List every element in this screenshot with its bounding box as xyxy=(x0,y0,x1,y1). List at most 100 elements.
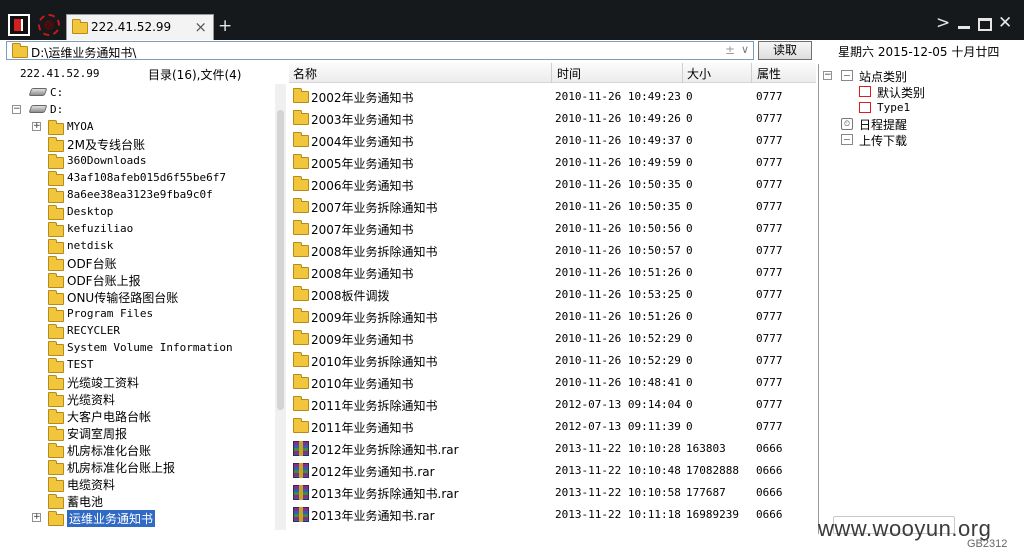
path-input[interactable]: D:\运维业务通知书\ ± ∨ xyxy=(6,41,754,60)
scrollbar-thumb[interactable] xyxy=(277,110,284,410)
rar-archive-icon xyxy=(293,485,309,500)
expand-icon[interactable]: + xyxy=(32,122,41,131)
file-row[interactable]: 2003年业务通知书 2010-11-26 10:49:26 0 0777 xyxy=(289,108,816,130)
collapse-icon[interactable]: − xyxy=(823,71,832,80)
file-row[interactable]: 2007年业务拆除通知书 2010-11-26 10:50:35 0 0777 xyxy=(289,196,816,218)
tree-drive[interactable]: − D: xyxy=(6,102,266,119)
tree-folder[interactable]: 光缆资料 xyxy=(6,391,266,408)
folder-icon xyxy=(48,222,64,237)
file-row[interactable]: 2009年业务通知书 2010-11-26 10:52:29 0 0777 xyxy=(289,328,816,350)
tree-label: RECYCLER xyxy=(67,324,120,337)
file-row[interactable]: 2007年业务通知书 2010-11-26 10:50:56 0 0777 xyxy=(289,218,816,240)
file-row[interactable]: 2013年业务拆除通知书.rar 2013-11-22 10:10:58 17768… xyxy=(289,482,816,504)
file-row[interactable]: 2012年业务拆除通知书.rar 2013-11-22 10:10:28 16380… xyxy=(289,438,816,460)
column-size[interactable]: 大小 xyxy=(687,65,711,82)
folder-icon xyxy=(48,154,64,169)
file-attr: 0777 xyxy=(756,134,783,147)
tree-folder[interactable]: Desktop xyxy=(6,204,266,221)
column-name[interactable]: 名称 xyxy=(293,65,317,82)
file-row[interactable]: 2008年业务通知书 2010-11-26 10:51:26 0 0777 xyxy=(289,262,816,284)
file-row[interactable]: 2011年业务拆除通知书 2012-07-13 09:14:04 0 0777 xyxy=(289,394,816,416)
folder-icon xyxy=(48,460,64,475)
folder-icon xyxy=(12,43,28,58)
column-attr[interactable]: 属性 xyxy=(757,65,781,82)
tree-folder[interactable]: ONU传输径路图台账 xyxy=(6,289,266,306)
file-row[interactable]: 2004年业务通知书 2010-11-26 10:49:37 0 0777 xyxy=(289,130,816,152)
add-tab-icon[interactable]: + xyxy=(218,16,232,36)
tree-folder[interactable]: 43af108afeb015d6f55be6f7 xyxy=(6,170,266,187)
file-attr: 0777 xyxy=(756,112,783,125)
tree-scrollbar[interactable] xyxy=(275,84,286,530)
file-attr: 0777 xyxy=(756,398,783,411)
tree-folder[interactable]: kefuziliao xyxy=(6,221,266,238)
maximize-icon[interactable] xyxy=(978,18,992,31)
file-row[interactable]: 2005年业务通知书 2010-11-26 10:49:59 0 0777 xyxy=(289,152,816,174)
tree-folder[interactable]: + 运维业务通知书 xyxy=(6,510,266,527)
tab-close-icon[interactable]: × xyxy=(194,18,207,36)
encoding-label: GB2312 xyxy=(967,538,1008,550)
file-row[interactable]: 2012年业务通知书.rar 2013-11-22 10:10:48 1708288… xyxy=(289,460,816,482)
minimize-icon[interactable] xyxy=(958,26,970,29)
chevron-right-icon[interactable]: > xyxy=(936,13,950,33)
file-size: 163803 xyxy=(686,442,726,455)
column-divider[interactable] xyxy=(682,63,683,83)
tree-label: 蓄电池 xyxy=(67,495,104,509)
tree-folder[interactable]: 电缆资料 xyxy=(6,476,266,493)
record-icon[interactable] xyxy=(38,14,60,36)
file-name: 2006年业务通知书 xyxy=(311,179,414,193)
column-divider[interactable] xyxy=(751,63,752,83)
tree-label: C: xyxy=(50,86,64,99)
collapse-icon[interactable]: − xyxy=(12,105,21,114)
expand-icon[interactable]: + xyxy=(32,513,41,522)
tree-folder[interactable]: netdisk xyxy=(6,238,266,255)
tree-folder[interactable]: ODF台账 xyxy=(6,255,266,272)
tree-folder[interactable]: 2M及专线台账 xyxy=(6,136,266,153)
file-attr: 0666 xyxy=(756,508,783,521)
column-divider[interactable] xyxy=(551,63,552,83)
file-row[interactable]: 2010年业务拆除通知书 2010-11-26 10:52:29 0 0777 xyxy=(289,350,816,372)
tree-drive[interactable]: C: xyxy=(6,85,266,102)
file-name: 2002年业务通知书 xyxy=(311,91,414,105)
file-time: 2010-11-26 10:52:29 xyxy=(555,354,681,367)
tree-header: 222.41.52.99 目录(16),文件(4) xyxy=(6,64,281,84)
sort-icon[interactable]: ± xyxy=(725,43,735,57)
file-attr: 0777 xyxy=(756,310,783,323)
file-row[interactable]: 2008年业务拆除通知书 2010-11-26 10:50:57 0 0777 xyxy=(289,240,816,262)
read-button[interactable]: 读取 xyxy=(758,41,812,60)
tree-folder[interactable]: 大客户电路台帐 xyxy=(6,408,266,425)
file-row[interactable]: 2006年业务通知书 2010-11-26 10:50:35 0 0777 xyxy=(289,174,816,196)
file-attr: 0666 xyxy=(756,464,783,477)
item-count: 目录(16),文件(4) xyxy=(148,68,242,82)
tab-remote-host[interactable]: 222.41.52.99 × xyxy=(66,14,214,40)
tree-folder[interactable]: Program Files xyxy=(6,306,266,323)
file-row[interactable]: 2011年业务通知书 2012-07-13 09:11:39 0 0777 xyxy=(289,416,816,438)
rar-archive-icon xyxy=(293,441,309,456)
tree-folder[interactable]: 机房标准化台账上报 xyxy=(6,459,266,476)
file-row[interactable]: 2008板件调拨 2010-11-26 10:53:25 0 0777 xyxy=(289,284,816,306)
tree-folder[interactable]: 蓄电池 xyxy=(6,493,266,510)
tree-folder[interactable]: 机房标准化台账 xyxy=(6,442,266,459)
file-row[interactable]: 2013年业务通知书.rar 2013-11-22 10:11:18 1698923… xyxy=(289,504,816,526)
app-logo-icon[interactable] xyxy=(8,14,30,36)
red-box-icon xyxy=(859,86,871,97)
tree-folder[interactable]: 光缆竣工资料 xyxy=(6,374,266,391)
tree-label: 机房标准化台账上报 xyxy=(67,461,176,475)
file-row[interactable]: 2009年业务拆除通知书 2010-11-26 10:51:26 0 0777 xyxy=(289,306,816,328)
chevron-down-icon[interactable]: ∨ xyxy=(741,43,749,56)
tree-folder[interactable]: 8a6ee38ea3123e9fba9c0f xyxy=(6,187,266,204)
tree-folder[interactable]: TEST xyxy=(6,357,266,374)
tree-folder[interactable]: RECYCLER xyxy=(6,323,266,340)
tree-folder[interactable]: + MYOA xyxy=(6,119,266,136)
column-time[interactable]: 时间 xyxy=(557,65,581,82)
file-name: 2007年业务拆除通知书 xyxy=(311,201,438,215)
tree-folder[interactable]: ODF台账上报 xyxy=(6,272,266,289)
close-icon[interactable]: ✕ xyxy=(998,13,1012,33)
red-box-icon xyxy=(859,102,871,113)
watermark: www.wooyun.org xyxy=(818,516,992,541)
file-row[interactable]: 2002年业务通知书 2010-11-26 10:49:23 0 0777 xyxy=(289,86,816,108)
tree-folder[interactable]: 360Downloads xyxy=(6,153,266,170)
tree-folder[interactable]: System Volume Information xyxy=(6,340,266,357)
tree-folder[interactable]: 安调室周报 xyxy=(6,425,266,442)
panel-item-label: 日程提醒 xyxy=(859,118,908,132)
file-row[interactable]: 2010年业务通知书 2010-11-26 10:48:41 0 0777 xyxy=(289,372,816,394)
